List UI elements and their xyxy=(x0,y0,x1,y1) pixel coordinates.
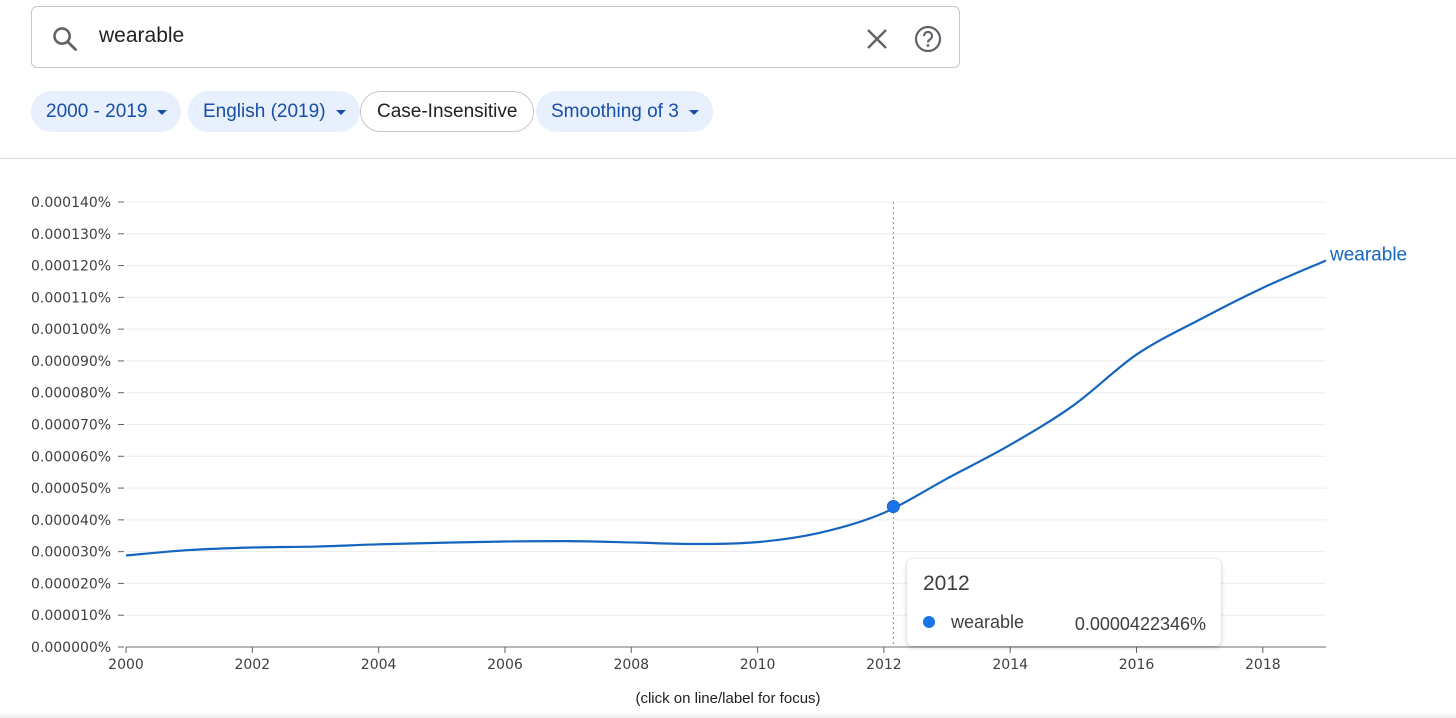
x-tick-label: 2012 xyxy=(866,657,902,673)
x-tick-label: 2004 xyxy=(361,657,397,673)
tooltip-value: 0.0000422346% xyxy=(1074,614,1206,634)
y-tick-label: 0.000100% xyxy=(31,322,111,338)
bottom-edge xyxy=(0,712,1456,718)
y-tick-label: 0.000050% xyxy=(31,481,111,497)
x-tick-label: 2006 xyxy=(487,657,523,673)
y-tick-label: 0.000130% xyxy=(31,227,111,243)
y-tick-label: 0.000090% xyxy=(31,354,111,370)
x-tick-label: 2010 xyxy=(740,657,776,673)
y-tick-label: 0.000040% xyxy=(31,513,111,529)
x-tick-label: 2016 xyxy=(1119,657,1155,673)
chart-hint: (click on line/label for focus) xyxy=(635,690,821,707)
x-tick-label: 2018 xyxy=(1245,657,1281,673)
hover-tooltip: 2012 wearable 0.0000422346% xyxy=(907,559,1221,646)
tooltip-year: 2012 xyxy=(923,572,970,595)
y-tick-label: 0.000140% xyxy=(31,195,111,211)
y-tick-label: 0.000010% xyxy=(31,608,111,624)
series-line-wearable[interactable] xyxy=(125,259,1327,557)
x-tick-label: 2002 xyxy=(234,657,270,673)
y-tick-label: 0.000080% xyxy=(31,386,111,402)
x-tick-label: 2000 xyxy=(108,657,144,673)
highlight-point xyxy=(886,500,900,514)
x-tick-label: 2008 xyxy=(613,657,649,673)
tooltip-series-name: wearable xyxy=(951,612,1025,632)
y-tick-label: 0.000020% xyxy=(31,576,111,592)
y-tick-label: 0.000120% xyxy=(31,259,111,275)
ngram-chart[interactable]: 0.000000% 0.000010% 0.000020% 0.000030% 0.00… xyxy=(0,0,1456,690)
y-tick-label: 0.000110% xyxy=(31,290,111,306)
series-color-dot xyxy=(923,616,935,628)
y-tick-label: 0.000060% xyxy=(31,449,111,465)
y-tick-label: 0.000070% xyxy=(31,418,111,434)
series-end-label[interactable]: wearable xyxy=(1329,244,1407,265)
y-tick-label: 0.000030% xyxy=(31,545,111,561)
y-tick-label: 0.000000% xyxy=(31,640,111,656)
x-tick-label: 2014 xyxy=(992,657,1028,673)
